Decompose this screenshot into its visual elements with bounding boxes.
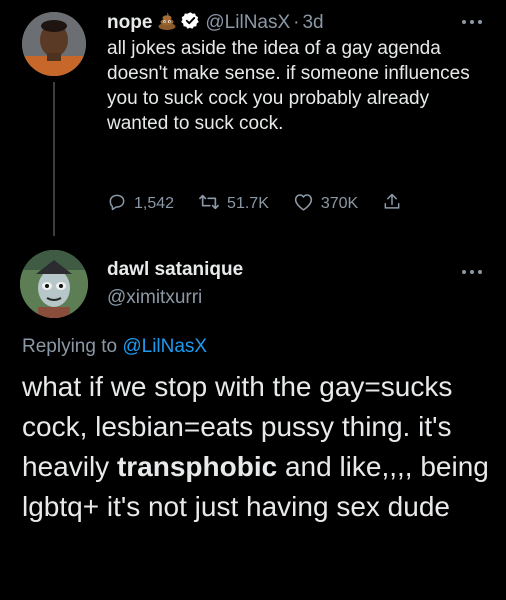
replying-mention-link[interactable]: @LilNasX	[122, 336, 207, 357]
thread-line	[53, 82, 55, 236]
like-count: 370K	[320, 195, 359, 212]
tweet-header: nope @LilNasX · 3d	[107, 10, 324, 36]
reply-text-bold: transphobic	[116, 451, 278, 482]
reply-text: what if we stop with the gay=sucks cock,…	[22, 367, 492, 527]
retweet-icon	[198, 192, 227, 217]
tweet-text: all jokes aside the idea of a gay agenda…	[107, 38, 470, 134]
reply-tweet[interactable]: dawl satanique @ximitxurri Replying to @…	[0, 236, 506, 600]
more-options-icon[interactable]	[458, 14, 486, 30]
replying-prefix: Replying to	[22, 336, 118, 357]
reply-icon	[107, 192, 134, 217]
reply-button[interactable]: 1,542	[107, 192, 174, 217]
heart-icon	[293, 192, 321, 217]
share-button[interactable]	[382, 192, 409, 217]
tweet-time[interactable]: 3d	[302, 12, 323, 34]
reply-author-name[interactable]: dawl satanique	[107, 259, 243, 281]
separator-dot: ·	[293, 12, 300, 33]
verified-badge-icon	[181, 11, 200, 35]
retweet-count: 51.7K	[227, 195, 269, 212]
replying-to-line: Replying to @LilNasX	[22, 336, 207, 358]
like-button[interactable]: 370K	[293, 192, 358, 217]
reply-author-avatar[interactable]	[20, 250, 88, 318]
retweet-button[interactable]: 51.7K	[198, 192, 269, 217]
reply-count: 1,542	[134, 195, 175, 212]
author-handle[interactable]: @LilNasX	[205, 12, 290, 34]
reply-more-options-icon[interactable]	[458, 264, 486, 280]
poop-emoji-icon	[157, 11, 177, 36]
author-avatar[interactable]	[22, 12, 86, 76]
reply-author-handle[interactable]: @ximitxurri	[107, 287, 202, 309]
author-name[interactable]: nope	[107, 12, 152, 34]
tweet-actions: 1,542 51.7K 370K	[107, 191, 433, 217]
share-icon	[382, 192, 409, 217]
original-tweet[interactable]: nope @LilNasX · 3d all jokes aside the i…	[0, 0, 506, 236]
